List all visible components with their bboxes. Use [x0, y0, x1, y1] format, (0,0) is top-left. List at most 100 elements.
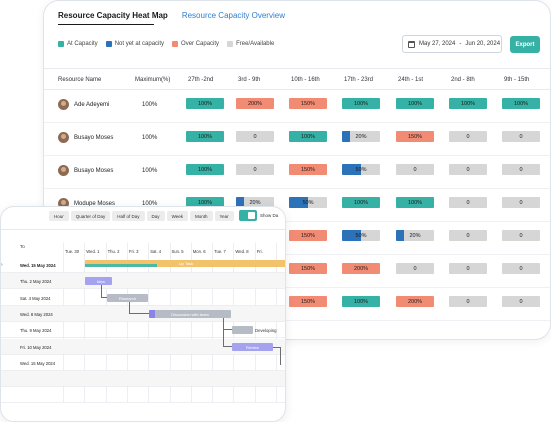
- gantt-row[interactable]: Wed. 15 May 2024: [1, 355, 285, 371]
- legend-swatch: [58, 41, 64, 47]
- scale-button[interactable]: Month: [189, 211, 213, 221]
- gantt-card: Hour Quarter of Day Half of Day Day Week Mont…: [0, 206, 286, 422]
- capacity-cell[interactable]: 100%: [342, 296, 380, 307]
- capacity-cell[interactable]: 150%: [289, 230, 327, 241]
- scale-button[interactable]: Half of Day: [112, 211, 145, 221]
- date-end: Jun 20, 2024: [465, 41, 501, 47]
- dependency-connector: [129, 302, 149, 314]
- capacity-cell[interactable]: 20%: [396, 230, 434, 241]
- capacity-cell[interactable]: 50%: [342, 164, 380, 175]
- capacity-value: 0: [253, 166, 257, 173]
- day-header: Sat. 4: [150, 249, 162, 254]
- capacity-cell[interactable]: 100%: [449, 98, 487, 109]
- capacity-cell[interactable]: 0: [449, 230, 487, 241]
- avatar: [58, 99, 69, 110]
- capacity-cell[interactable]: 150%: [289, 98, 327, 109]
- capacity-cell[interactable]: 0: [236, 131, 274, 142]
- capacity-cell[interactable]: 150%: [289, 164, 327, 175]
- gantt-row-label: Thu. 9 May 2024: [20, 328, 52, 334]
- capacity-value: 100%: [197, 166, 213, 173]
- capacity-value: 100%: [300, 133, 316, 140]
- capacity-value: 0: [466, 199, 470, 206]
- column-header-week: 10th - 16th: [291, 77, 320, 83]
- task-developing-bar[interactable]: [232, 326, 253, 334]
- capacity-cell[interactable]: 0: [449, 263, 487, 274]
- scale-button[interactable]: Hour: [49, 211, 69, 221]
- capacity-cell[interactable]: 100%: [502, 98, 540, 109]
- scale-button[interactable]: Quarter of Day: [70, 211, 111, 221]
- tab-overview[interactable]: Resource Capacity Overview: [182, 11, 285, 20]
- capacity-cell[interactable]: 0: [502, 197, 540, 208]
- active-tab-underline: [58, 24, 154, 25]
- capacity-value: 100%: [353, 298, 369, 305]
- export-button[interactable]: Export: [510, 36, 540, 53]
- task-research-bar-label: Research: [118, 295, 137, 301]
- capacity-cell[interactable]: 0: [449, 296, 487, 307]
- capacity-cell[interactable]: 20%: [342, 131, 380, 142]
- capacity-cell[interactable]: 0: [236, 164, 274, 175]
- legend-swatch: [172, 41, 179, 47]
- column-header-week: 24th - 1st: [398, 77, 424, 83]
- task-research-bar[interactable]: Research: [107, 294, 148, 302]
- scale-button[interactable]: Year: [214, 211, 234, 221]
- capacity-cell[interactable]: 100%: [289, 131, 327, 142]
- calendar-icon: [408, 40, 415, 48]
- capacity-cell[interactable]: 100%: [186, 131, 224, 142]
- to-column-header: To: [20, 244, 25, 249]
- capacity-value: 20%: [249, 199, 261, 206]
- capacity-cell[interactable]: 150%: [396, 131, 434, 142]
- avatar: [58, 165, 69, 176]
- task-review-bar-label: Review: [245, 344, 260, 350]
- capacity-cell[interactable]: 200%: [342, 263, 380, 274]
- capacity-value: 100%: [197, 133, 213, 140]
- capacity-cell[interactable]: 200%: [236, 98, 274, 109]
- resource-name: Busayo Moses: [74, 168, 114, 174]
- capacity-cell[interactable]: 0: [449, 164, 487, 175]
- legend-item: Not yet at capacity: [105, 41, 164, 47]
- capacity-cell[interactable]: 200%: [396, 296, 434, 307]
- capacity-cell[interactable]: 0: [502, 296, 540, 307]
- gantt-row-label: Fri. 10 May 2024: [20, 344, 52, 350]
- task-discussion-bar[interactable]: Discussion with team: [149, 310, 231, 318]
- capacity-cell[interactable]: 100%: [186, 98, 224, 109]
- legend-swatch: [227, 41, 234, 47]
- gantt-row-label: Wed. 15 May 2024: [20, 263, 56, 268]
- column-header-name: Resource Name: [58, 77, 102, 83]
- date-range-picker[interactable]: May 27, 2024 - Jun 20, 2024: [402, 35, 502, 53]
- show-toggle[interactable]: [239, 210, 257, 221]
- capacity-cell[interactable]: 50%: [289, 197, 327, 208]
- capacity-cell[interactable]: 0: [396, 263, 434, 274]
- resource-max: 100%: [142, 135, 158, 141]
- capacity-cell[interactable]: 100%: [396, 197, 434, 208]
- capacity-cell[interactable]: 100%: [342, 98, 380, 109]
- capacity-value: 0: [466, 265, 470, 272]
- capacity-cell[interactable]: 100%: [186, 164, 224, 175]
- gantt-row-label: Wed. 8 May 2024: [20, 311, 53, 317]
- capacity-cell[interactable]: 150%: [289, 296, 327, 307]
- resource-row: Ade Adeyemi 100% 100% 200% 150% 100% 100% 100% 1…: [44, 90, 550, 123]
- capacity-cell[interactable]: 0: [449, 197, 487, 208]
- capacity-cell[interactable]: 0: [502, 164, 540, 175]
- capacity-fill: [342, 131, 350, 142]
- scale-button[interactable]: Week: [166, 211, 188, 221]
- date-separator: -: [459, 41, 462, 47]
- capacity-cell[interactable]: 50%: [342, 230, 380, 241]
- capacity-cell[interactable]: 0: [502, 131, 540, 142]
- legend-item: At Capacity: [58, 41, 98, 47]
- capacity-cell[interactable]: 150%: [289, 263, 327, 274]
- task-idea-bar[interactable]: Idea: [85, 277, 112, 285]
- capacity-cell[interactable]: 100%: [396, 98, 434, 109]
- capacity-cell[interactable]: 0: [502, 263, 540, 274]
- capacity-value: 200%: [247, 100, 263, 107]
- capacity-value: 100%: [460, 100, 476, 107]
- gantt-row[interactable]: Thu. 2 May 2024: [1, 273, 285, 290]
- task-review-bar[interactable]: Review: [232, 343, 273, 351]
- scale-button[interactable]: Day: [146, 211, 165, 221]
- capacity-value: 100%: [197, 100, 213, 107]
- capacity-cell[interactable]: 0: [449, 131, 487, 142]
- capacity-cell[interactable]: 0: [396, 164, 434, 175]
- tab-heatmap[interactable]: Resource Capacity Heat Map: [58, 11, 168, 20]
- capacity-cell[interactable]: 100%: [342, 197, 380, 208]
- gantt-row-label: Sat. 4 May 2024: [20, 295, 51, 301]
- capacity-cell[interactable]: 0: [502, 230, 540, 241]
